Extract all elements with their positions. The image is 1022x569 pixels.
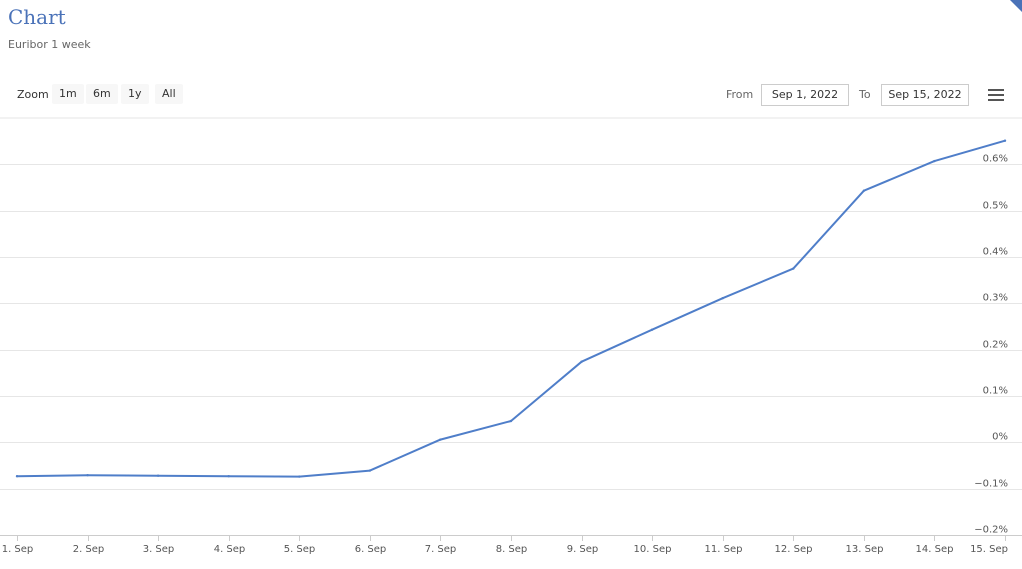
data-point[interactable] <box>721 297 724 300</box>
y-tick-label: 0.3% <box>983 293 1008 304</box>
x-tick-label: 11. Sep <box>705 544 743 555</box>
x-tick-label: 3. Sep <box>143 544 175 555</box>
data-point[interactable] <box>580 360 583 363</box>
data-point[interactable] <box>86 474 89 477</box>
data-point[interactable] <box>368 469 372 472</box>
y-tick-label: 0.1% <box>983 386 1008 397</box>
x-tick-label: 4. Sep <box>214 544 246 555</box>
x-tick-label: 2. Sep <box>73 544 105 555</box>
data-point[interactable] <box>792 267 795 270</box>
x-tick-label: 13. Sep <box>846 544 884 555</box>
y-tick-label: 0% <box>992 432 1008 443</box>
data-point[interactable] <box>156 474 160 477</box>
data-point[interactable] <box>509 419 513 423</box>
y-tick-label: 0.6% <box>983 154 1008 165</box>
y-tick-label: −0.1% <box>974 479 1008 490</box>
x-tick-label: 10. Sep <box>634 544 672 555</box>
x-tick-label: 12. Sep <box>775 544 813 555</box>
x-tick-label: 8. Sep <box>496 544 528 555</box>
data-point[interactable] <box>439 438 442 441</box>
y-tick-label: 0.4% <box>983 247 1008 258</box>
x-tick-label: 14. Sep <box>916 544 954 555</box>
data-point[interactable] <box>227 475 230 478</box>
y-tick-label: 0.2% <box>983 340 1008 351</box>
x-tick-label: 9. Sep <box>567 544 599 555</box>
data-point[interactable] <box>15 475 19 478</box>
y-tick-label: 0.5% <box>983 201 1008 212</box>
x-tick-label: 1. Sep <box>2 544 34 555</box>
x-tick-label: 15. Sep <box>970 544 1008 555</box>
y-tick-label: −0.2% <box>974 525 1008 536</box>
line-chart: 1. Sep 2. Sep 3. Sep 4. Sep 5. Sep 6. Sep 7. S… <box>0 117 1022 555</box>
x-tick-label: 5. Sep <box>284 544 316 555</box>
data-point[interactable] <box>1003 139 1007 142</box>
data-point[interactable] <box>933 159 936 163</box>
data-point[interactable] <box>650 328 654 331</box>
series-line[interactable] <box>16 139 1006 478</box>
data-point[interactable] <box>298 475 301 478</box>
x-tick-label: 7. Sep <box>425 544 457 555</box>
x-tick-label: 6. Sep <box>355 544 387 555</box>
data-point[interactable] <box>862 189 866 192</box>
